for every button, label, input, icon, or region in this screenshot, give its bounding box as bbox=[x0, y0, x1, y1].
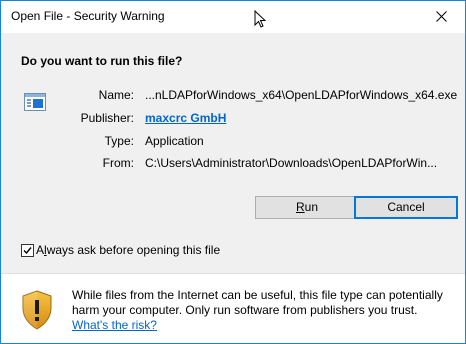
name-row: Name: ...nLDAPforWindows_x64\OpenLDAPfor… bbox=[1, 88, 461, 104]
type-value: Application bbox=[145, 134, 204, 148]
warning-message: While files from the Internet can be use… bbox=[72, 288, 443, 317]
publisher-row: Publisher: maxcrc GmbH bbox=[1, 111, 461, 127]
warning-shield-icon bbox=[21, 290, 53, 333]
run-label-mnemonic: R bbox=[295, 200, 305, 214]
always-ask-checkbox[interactable] bbox=[21, 244, 34, 257]
from-row: From: C:\Users\Administrator\Downloads\O… bbox=[1, 156, 461, 172]
warning-footer: While files from the Internet can be use… bbox=[1, 274, 465, 343]
checkbox-label-rest: ways ask before opening this file bbox=[46, 243, 221, 257]
window-title: Open File - Security Warning bbox=[11, 9, 165, 23]
question-heading: Do you want to run this file? bbox=[21, 54, 183, 68]
cancel-button[interactable]: Cancel bbox=[354, 196, 458, 219]
run-button[interactable]: Run bbox=[255, 196, 359, 219]
publisher-link[interactable]: maxcrc GmbH bbox=[145, 111, 226, 125]
whats-the-risk-link[interactable]: What's the risk? bbox=[72, 318, 157, 332]
checkmark-icon bbox=[23, 247, 32, 255]
name-label: Name: bbox=[98, 88, 134, 102]
publisher-label: Publisher: bbox=[80, 111, 134, 125]
from-value: C:\Users\Administrator\Downloads\OpenLDA… bbox=[145, 156, 438, 170]
always-ask-label[interactable]: Always ask before opening this file bbox=[36, 243, 220, 257]
security-warning-dialog: Open File - Security Warning Do you want… bbox=[0, 0, 466, 344]
warning-text-block: While files from the Internet can be use… bbox=[72, 288, 457, 333]
name-value: ...nLDAPforWindows_x64\OpenLDAPforWindow… bbox=[145, 88, 458, 102]
from-label: From: bbox=[102, 156, 134, 170]
checkbox-label-prefix: A bbox=[36, 243, 45, 257]
close-button[interactable] bbox=[419, 1, 465, 32]
type-label: Type: bbox=[104, 134, 134, 148]
type-row: Type: Application bbox=[1, 134, 461, 150]
close-icon bbox=[436, 11, 447, 22]
dialog-body: Do you want to run this file? Name: ...n… bbox=[1, 33, 465, 273]
run-label-rest: un bbox=[304, 200, 319, 214]
title-bar[interactable]: Open File - Security Warning bbox=[1, 1, 465, 33]
mouse-cursor-icon bbox=[254, 9, 267, 32]
